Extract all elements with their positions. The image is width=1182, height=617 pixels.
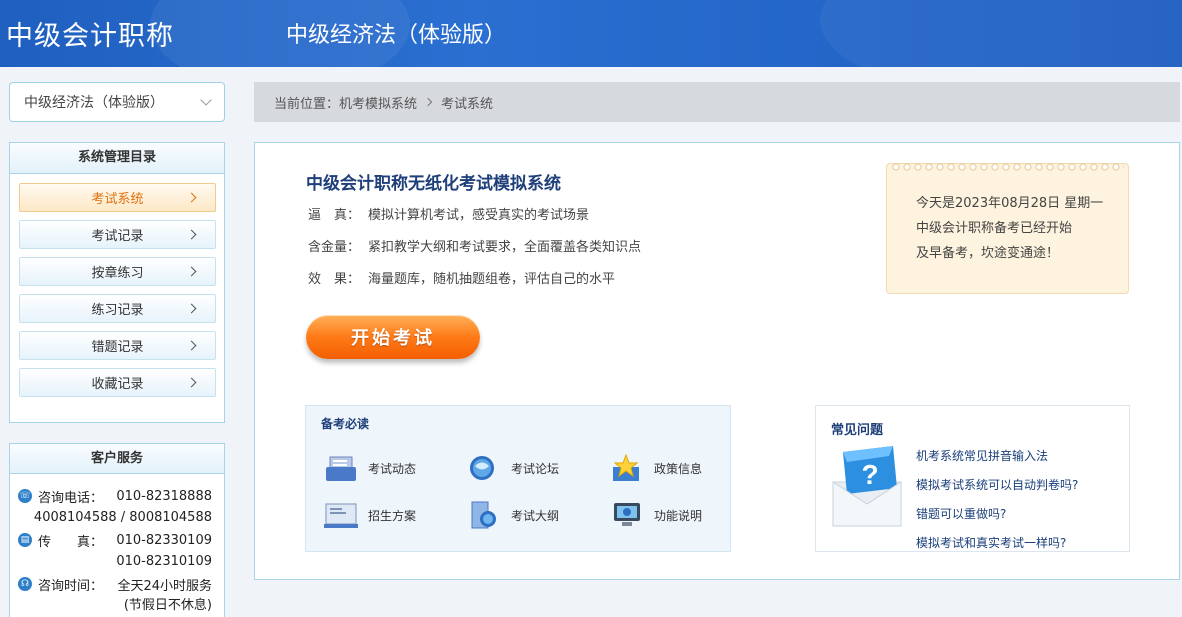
prep-item-policy-info[interactable]: 政策信息 [610,453,702,483]
prep-item-label: 考试动态 [368,461,417,476]
book-globe-icon [471,501,496,529]
prep-item-label: 考试大纲 [511,508,560,523]
hours-label: 咨询时间： [38,578,104,594]
faq-link[interactable]: 错题可以重做吗? [916,505,1006,522]
chevron-right-icon [186,229,197,240]
prep-item-admission-plan[interactable]: 招生方案 [324,500,416,530]
page-title: 中级会计职称无纸化考试模拟系统 [306,174,561,194]
monitor-icon [614,503,640,526]
prep-item-exam-syllabus[interactable]: 考试大纲 [467,500,559,530]
feature-key: 效 果： [308,272,361,287]
hours-row: ☊ 咨询时间： 全天24小时服务 [18,573,212,595]
faq-link[interactable]: 模拟考试系统可以自动判卷吗? [916,476,1078,493]
date-notice-line: 今天是2023年08月28日 星期一 [916,196,1104,211]
hours-value: 全天24小时服务 [117,578,212,594]
sidebar-item-wrong-records[interactable]: 错题记录 [19,331,216,360]
headset-icon: ☊ [18,577,32,591]
fax-value-alt: 010-82310109 [116,554,212,569]
prep-item-exam-forum[interactable]: 考试论坛 [467,453,559,483]
exam-system-panel: 中级会计职称无纸化考试模拟系统 逼 真： 模拟计算机考试，感受真实的考试场景 含金… [254,142,1180,580]
feature-line: 含金量： 紧扣教学大纲和考试要求，全面覆盖各类知识点 [308,236,641,255]
customer-service-panel: 客户服务 ☏ 咨询电话： 010-82318888 4008104588 / 8… [9,443,225,617]
news-icon [326,456,356,481]
date-notice-line: 中级会计职称备考已经开始 [916,221,1073,236]
header-decoration [820,0,1182,67]
chevron-right-icon [186,340,197,351]
prep-item-label: 政策信息 [654,461,703,476]
sidebar-item-practice-records[interactable]: 练习记录 [19,294,216,323]
feature-line: 效 果： 海量题库，随机抽题组卷，评估自己的水平 [308,268,615,287]
sidebar-item-label: 练习记录 [91,303,144,318]
phone-value: 010-82318888 [116,488,212,504]
faq-link[interactable]: 机考系统常见拼音输入法 [916,447,1048,464]
feature-text: 紧扣教学大纲和考试要求，全面覆盖各类知识点 [368,240,642,255]
subject-title: 中级经济法（体验版） [286,23,507,48]
question-mark-icon: ? [832,446,902,527]
subject-select-value: 中级经济法（体验版） [24,95,164,111]
breadcrumb-level-2: 考试系统 [441,96,494,112]
sidebar-item-label: 错题记录 [91,340,144,355]
phone-icon: ☏ [18,489,32,503]
faq-section: 常见问题 ? 机考系统常见拼音输入法 模拟考试系统可以自动判卷吗? 错题可以重做… [815,405,1130,552]
faq-link[interactable]: 模拟考试和真实考试一样吗? [916,534,1066,551]
sidebar-item-label: 考试系统 [91,192,144,207]
feature-key: 逼 真： [308,208,361,223]
breadcrumb: 当前位置： 机考模拟系统 考试系统 [254,82,1180,122]
system-menu: 系统管理目录 考试系统 考试记录 按章练习 练习记录 错题记录 收藏记录 [9,142,225,423]
notebook-rings [891,161,1124,173]
hours-note: (节假日不休息) [123,598,212,613]
svg-text:?: ? [861,459,878,490]
sidebar-item-exam-system[interactable]: 考试系统 [19,183,216,212]
date-notice-line: 及早备考，坎途变通途！ [916,246,1060,261]
chevron-right-icon [186,192,197,203]
fax-label: 传 真： [38,534,104,550]
phone-row: ☏ 咨询电话： 010-82318888 [18,485,212,507]
date-notice-card: 今天是2023年08月28日 星期一 中级会计职称备考已经开始 及早备考，坎途变… [886,161,1129,294]
certificate-icon [324,503,358,528]
feature-key: 含金量： [308,240,361,255]
prep-item-feature-guide[interactable]: 功能说明 [610,500,702,530]
system-menu-title: 系统管理目录 [10,143,224,174]
phone-value-alt: 4008104588 / 8008104588 [33,510,212,525]
phone-label: 咨询电话： [38,490,104,506]
chevron-right-icon [186,377,197,388]
exam-prep-section: 备考必读 考试动态 考试论坛 政策信息 招生方案 考试大纲 功能说明 [305,405,731,552]
fax-row: ▤ 传 真： 010-82330109 [18,529,212,551]
chevron-right-icon [186,303,197,314]
exam-prep-title: 备考必读 [321,417,370,431]
prep-item-label: 功能说明 [654,508,703,523]
sidebar-item-favorites[interactable]: 收藏记录 [19,368,216,397]
chevron-right-icon [186,266,197,277]
sidebar-item-exam-records[interactable]: 考试记录 [19,220,216,249]
feature-text: 模拟计算机考试，感受真实的考试场景 [368,208,590,223]
sidebar-item-label: 收藏记录 [91,377,144,392]
feature-text: 海量题库，随机抽题组卷，评估自己的水平 [368,272,616,287]
prep-item-exam-news[interactable]: 考试动态 [324,453,416,483]
fax-icon: ▤ [18,533,32,547]
chevron-right-icon [423,97,433,107]
feature-line: 逼 真： 模拟计算机考试，感受真实的考试场景 [308,204,589,223]
prep-item-label: 考试论坛 [511,461,560,476]
sidebar-item-label: 考试记录 [91,229,144,244]
customer-service-title: 客户服务 [10,444,224,474]
start-exam-button[interactable]: 开始考试 [306,315,480,359]
fax-value: 010-82330109 [116,532,212,548]
globe-icon [470,456,494,480]
breadcrumb-prefix: 当前位置： [274,96,340,112]
faq-title: 常见问题 [831,423,884,438]
subject-select[interactable]: 中级经济法（体验版） [9,82,225,122]
prep-item-label: 招生方案 [368,508,417,523]
breadcrumb-level-1[interactable]: 机考模拟系统 [339,93,417,112]
star-box-icon [613,453,639,481]
sidebar-item-chapter-practice[interactable]: 按章练习 [19,257,216,286]
sidebar-item-label: 按章练习 [91,266,144,281]
chevron-down-icon [200,94,212,106]
top-header: 中级会计职称 中级经济法（体验版） [0,0,1182,67]
brand-title: 中级会计职称 [6,21,174,52]
